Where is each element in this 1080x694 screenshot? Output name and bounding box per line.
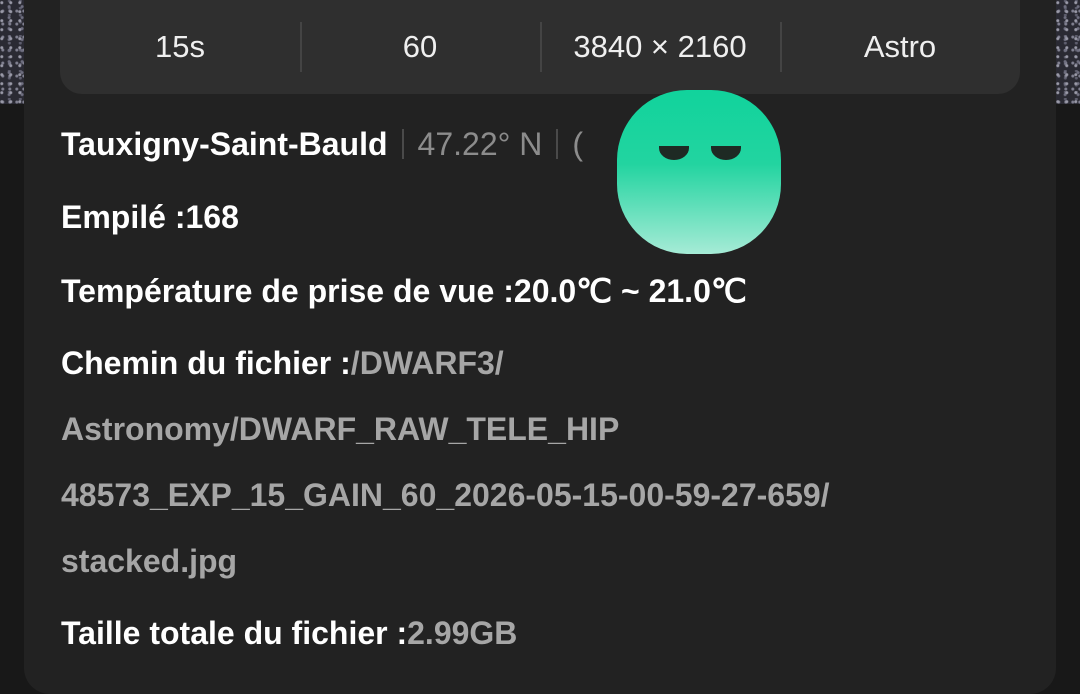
location-longitude: (	[572, 126, 584, 162]
stacked-value: 168	[185, 199, 239, 235]
param-gain: 60	[300, 0, 540, 94]
filepath-row: Chemin du fichier :/DWARF3/	[61, 345, 504, 382]
mascot-left-eye-icon	[659, 146, 689, 160]
filepath-line-4: stacked.jpg	[61, 543, 238, 579]
filesize-value: 2.99GB	[407, 615, 518, 651]
temperature-label: Température de prise de vue :	[61, 273, 514, 309]
filesize-row: Taille totale du fichier :2.99GB	[61, 615, 517, 652]
filepath-label: Chemin du fichier :	[61, 345, 351, 381]
location-row: Tauxigny-Saint-Bauld 47.22° N (	[61, 126, 583, 163]
mascot-blob-icon[interactable]	[617, 90, 781, 254]
capture-params-bar: 15s 60 3840 × 2160 Astro	[60, 0, 1020, 94]
photo-info-sheet: 15s 60 3840 × 2160 Astro Tauxigny-Saint-…	[24, 0, 1056, 694]
divider	[556, 129, 559, 159]
temperature-row: Température de prise de vue :20.0℃ ~ 21.…	[61, 272, 747, 310]
param-resolution: 3840 × 2160	[540, 0, 780, 94]
background-starfield-left	[0, 0, 24, 104]
mascot-right-eye-icon	[711, 146, 741, 160]
location-latitude: 47.22° N	[417, 126, 543, 162]
filepath-line-3: 48573_EXP_15_GAIN_60_2026-05-15-00-59-27…	[61, 477, 830, 513]
divider	[401, 129, 404, 159]
stacked-label: Empilé :	[61, 199, 186, 235]
background-starfield-right	[1056, 0, 1080, 104]
filepath-line-1: /DWARF3/	[350, 345, 504, 381]
temperature-value: 20.0℃ ~ 21.0℃	[513, 273, 747, 309]
filepath-line-2: Astronomy/DWARF_RAW_TELE_HIP	[61, 411, 620, 447]
location-name: Tauxigny-Saint-Bauld	[61, 126, 388, 162]
stacked-row: Empilé :168	[61, 199, 239, 236]
param-exposure: 15s	[155, 29, 205, 64]
param-mode: Astro	[780, 0, 1020, 94]
filesize-label: Taille totale du fichier :	[61, 615, 408, 651]
